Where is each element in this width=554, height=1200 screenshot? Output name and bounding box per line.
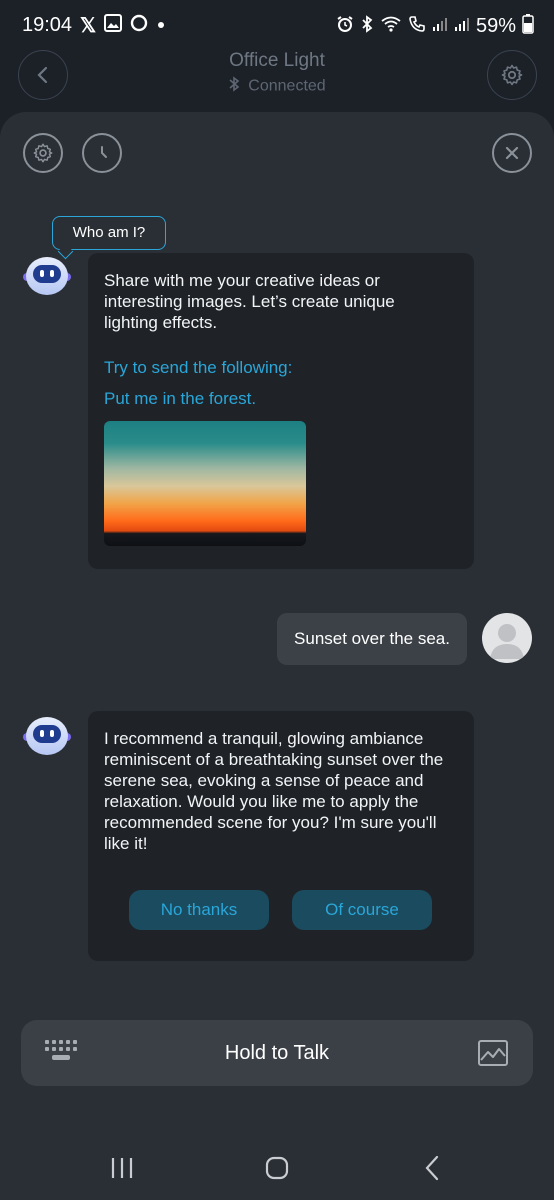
wifi-calling-icon [380,15,402,38]
close-button[interactable] [492,133,532,173]
battery-percent: 59% [475,15,516,37]
user-avatar [482,613,532,663]
home-icon [265,1156,289,1180]
status-left-icons: 𝕏 [80,14,166,37]
user-message-bubble: Sunset over the sea. [277,613,467,665]
connection-status-label: Connected [248,77,326,95]
connection-status: Connected [0,76,554,97]
assistant-settings-button[interactable] [23,133,63,173]
recent-apps-button[interactable] [108,1156,136,1185]
home-button[interactable] [264,1155,290,1186]
gallery-icon [104,14,123,37]
gear-icon [501,64,523,86]
gear-icon [33,143,53,163]
status-time: 19:04 [22,14,73,36]
bot-avatar [22,253,72,297]
robot-icon [23,257,71,295]
who-am-i-tooltip[interactable]: Who am I? [52,216,166,250]
battery-icon [522,14,534,39]
system-nav-bar [0,1140,554,1200]
suggestion-link[interactable]: Put me in the forest. [104,388,256,409]
call-icon [408,15,426,38]
recommendation-text: I recommend a tranquil, glowing ambiance… [104,729,444,853]
close-icon [505,146,519,160]
robot-icon [23,717,71,755]
bot-intro-text: Share with me your creative ideas or int… [104,271,395,332]
voice-input-bar: Hold to Talk [21,1020,533,1086]
image-icon [478,1040,508,1066]
back-icon [425,1155,439,1181]
bot-avatar [22,713,72,757]
image-upload-button[interactable] [477,1038,509,1073]
recent-apps-icon [111,1158,133,1178]
header-settings-button[interactable] [487,50,537,100]
no-thanks-button[interactable]: No thanks [129,890,269,930]
circle-app-icon [130,14,148,37]
history-button[interactable] [82,133,122,173]
device-title: Office Light [229,50,325,71]
sunset-sample-image[interactable] [104,421,306,546]
user-icon [490,624,524,659]
clock-icon [101,146,107,158]
alarm-icon [336,15,354,38]
of-course-button[interactable]: Of course [292,890,432,930]
try-label: Try to send the following: [104,358,293,377]
device-header: Office Light Connected [0,40,554,110]
dot-icon [156,17,166,35]
bluetooth-icon [360,15,374,38]
signal-icon [454,16,470,37]
nav-back-button[interactable] [422,1155,442,1186]
bluetooth-icon [228,76,240,97]
x-logo-icon: 𝕏 [80,14,97,37]
status-right-icons: 59% [336,14,534,39]
signal-icon [432,16,448,37]
hold-to-talk-button[interactable]: Hold to Talk [21,1042,533,1065]
